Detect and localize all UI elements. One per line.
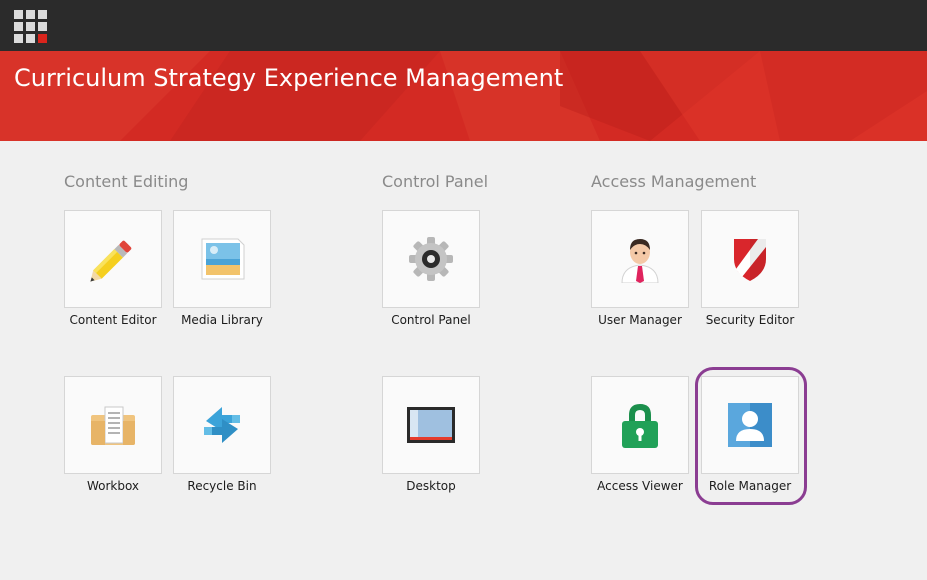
tile-label: Role Manager <box>708 479 792 493</box>
tile-desktop[interactable]: Desktop <box>382 376 480 493</box>
app-launcher-grid-icon[interactable] <box>14 10 47 43</box>
recycle-arrows-icon <box>204 407 240 443</box>
tile-box[interactable] <box>382 210 480 308</box>
app-title: Curriculum Strategy Experience Managemen… <box>14 64 564 92</box>
tile-user-manager[interactable]: User Manager <box>591 210 689 327</box>
group-title-control-panel: Control Panel <box>382 172 489 191</box>
tile-control-panel[interactable]: Control Panel <box>382 210 480 327</box>
tile-box[interactable] <box>64 210 162 308</box>
tile-box[interactable] <box>173 376 271 474</box>
tile-role-manager[interactable]: Role Manager <box>701 376 799 493</box>
role-person-icon <box>728 403 772 447</box>
pencil-icon <box>90 240 132 282</box>
group-title-access-management: Access Management <box>591 172 757 191</box>
tile-label: Security Editor <box>705 313 795 327</box>
tile-box[interactable] <box>173 210 271 308</box>
gear-icon <box>409 237 453 281</box>
desktop-screen-icon <box>407 407 455 443</box>
tile-box[interactable] <box>64 376 162 474</box>
group-title-content-editing: Content Editing <box>64 172 189 191</box>
tile-label: Desktop <box>406 479 456 493</box>
header-banner: Curriculum Strategy Experience Managemen… <box>0 51 927 141</box>
tile-label: Recycle Bin <box>187 479 257 493</box>
tile-security-editor[interactable]: Security Editor <box>701 210 799 327</box>
tile-box[interactable] <box>701 210 799 308</box>
top-bar <box>0 0 927 51</box>
tile-box[interactable] <box>591 376 689 474</box>
tile-content-editor[interactable]: Content Editor <box>64 210 162 327</box>
padlock-icon <box>622 404 658 448</box>
tile-box[interactable] <box>382 376 480 474</box>
tile-label: Control Panel <box>391 313 471 327</box>
image-icon <box>201 238 245 280</box>
shield-icon <box>734 239 766 281</box>
folder-document-icon <box>91 406 135 445</box>
user-icon <box>621 239 659 283</box>
tile-label: Media Library <box>181 313 263 327</box>
tile-access-viewer[interactable]: Access Viewer <box>591 376 689 493</box>
tile-recycle-bin[interactable]: Recycle Bin <box>173 376 271 493</box>
tile-box[interactable] <box>701 376 799 474</box>
tile-box[interactable] <box>591 210 689 308</box>
tile-media-library[interactable]: Media Library <box>173 210 271 327</box>
tile-workbox[interactable]: Workbox <box>64 376 162 493</box>
